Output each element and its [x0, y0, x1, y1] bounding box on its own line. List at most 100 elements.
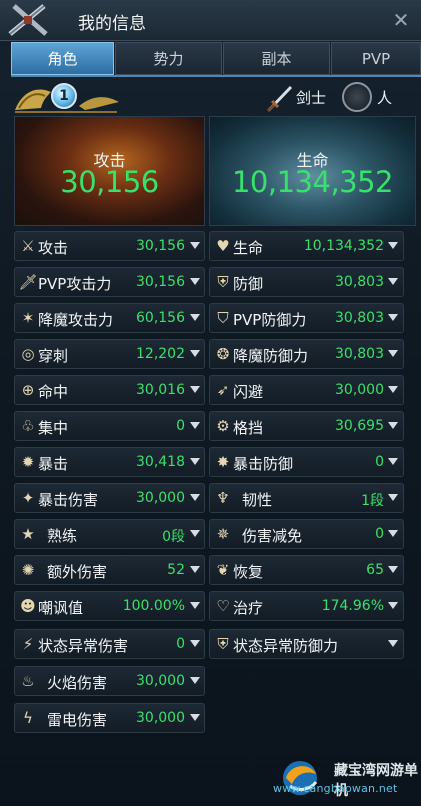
expand-arrow-icon[interactable]	[388, 314, 398, 321]
stat-row-damage-reduction[interactable]: ✵ 伤害减免 0	[209, 519, 404, 549]
stat-row-focus[interactable]: ♧ 集中 0	[14, 411, 205, 441]
stat-row-recovery[interactable]: ❦ 恢复 65	[209, 555, 404, 585]
stat-row-toughness[interactable]: ♆ 韧性 1段	[209, 483, 404, 513]
tab-dungeon[interactable]: 副本	[223, 42, 330, 75]
stat-label: 伤害减免	[242, 527, 303, 545]
tab-pvp[interactable]: PVP	[331, 42, 421, 75]
expand-arrow-icon[interactable]	[190, 422, 200, 429]
stat-row-attack[interactable]: ⚔ 攻击 30,156	[14, 231, 205, 261]
expand-arrow-icon[interactable]	[190, 350, 200, 357]
character-header: 1 剑士 人	[11, 78, 421, 116]
expand-arrow-icon[interactable]	[388, 350, 398, 357]
expand-arrow-icon[interactable]	[190, 566, 200, 573]
stat-row-critical-defense[interactable]: ✸ 暴击防御 0	[209, 447, 404, 477]
stat-label: 暴击	[38, 455, 69, 473]
expand-arrow-icon[interactable]	[190, 530, 200, 537]
stat-label: 降魔攻击力	[38, 311, 114, 329]
window-title: 我的信息	[78, 14, 146, 34]
expand-arrow-icon[interactable]	[388, 386, 398, 393]
stat-value: 30,000	[335, 382, 384, 398]
block-icon: ⚙	[216, 417, 230, 435]
expand-arrow-icon[interactable]	[190, 458, 200, 465]
stat-value: 12,202	[136, 346, 185, 362]
expand-arrow-icon[interactable]	[190, 242, 200, 249]
stat-row-pvp-defense[interactable]: ⛉ PVP防御力 30,803	[209, 303, 404, 333]
stat-label: 降魔防御力	[233, 347, 309, 365]
expand-arrow-icon[interactable]	[388, 242, 398, 249]
expand-arrow-icon[interactable]	[190, 386, 200, 393]
stat-row-lightning-damage[interactable]: ϟ 雷电伤害 30,000	[14, 703, 205, 733]
expand-arrow-icon[interactable]	[388, 566, 398, 573]
expand-arrow-icon[interactable]	[190, 494, 200, 501]
sword-class-icon	[266, 85, 293, 112]
stat-value: 65	[366, 562, 384, 578]
expand-arrow-icon[interactable]	[190, 677, 200, 684]
expand-arrow-icon[interactable]	[190, 278, 200, 285]
stat-row-fire-damage[interactable]: ♨ 火焰伤害 30,000	[14, 666, 205, 696]
stat-row-life[interactable]: ♥ 生命 10,134,352	[209, 231, 404, 261]
stat-row-critical[interactable]: ✹ 暴击 30,418	[14, 447, 205, 477]
stat-row-demon-attack[interactable]: ✶ 降魔攻击力 60,156	[14, 303, 205, 333]
expand-arrow-icon[interactable]	[190, 714, 200, 721]
stat-label: 暴击防御	[233, 455, 294, 473]
expand-arrow-icon[interactable]	[388, 422, 398, 429]
stat-value: 100.00%	[122, 598, 185, 614]
stat-label: 熟练	[47, 527, 78, 545]
stat-row-defense[interactable]: ⛨ 防御 30,803	[209, 267, 404, 297]
stat-row-critical-damage[interactable]: ✦ 暴击伤害 30,000	[14, 483, 205, 513]
stat-row-extra-damage[interactable]: ✺ 额外伤害 52	[14, 555, 205, 585]
pierce-icon: ◎	[21, 345, 35, 363]
tab-faction[interactable]: 势力	[115, 42, 222, 75]
stat-row-status-damage[interactable]: ⚡ 状态异常伤害 0	[14, 629, 205, 659]
expand-arrow-icon[interactable]	[388, 458, 398, 465]
level-badge: 1	[51, 83, 77, 109]
heart-icon: ♥	[216, 237, 230, 255]
damage-reduction-icon: ✵	[216, 525, 230, 543]
expand-arrow-icon[interactable]	[190, 640, 200, 647]
expand-arrow-icon[interactable]	[388, 278, 398, 285]
stat-value: 0	[375, 454, 384, 470]
stat-row-mastery[interactable]: ★ 熟练 0段	[14, 519, 205, 549]
stat-row-block[interactable]: ⚙ 格挡 30,695	[209, 411, 404, 441]
crossed-swords-icon	[8, 4, 48, 36]
expand-arrow-icon[interactable]	[190, 314, 200, 321]
expand-arrow-icon[interactable]	[388, 640, 398, 647]
evade-icon: ➶	[216, 381, 230, 399]
critical-damage-icon: ✦	[21, 489, 35, 507]
title-bar[interactable]: 我的信息 ✕	[0, 0, 421, 41]
expand-arrow-icon[interactable]	[388, 494, 398, 501]
watermark-url: www.cangbaowan.net	[273, 782, 398, 795]
stat-row-heal[interactable]: ♡ 治疗 174.96%	[209, 591, 404, 621]
stat-label: 格挡	[233, 419, 264, 437]
stat-row-accuracy[interactable]: ⊕ 命中 30,016	[14, 375, 205, 405]
stat-value: 30,156	[136, 274, 185, 290]
shield-icon: ⛨	[217, 273, 229, 291]
stat-value: 10,134,352	[303, 238, 384, 254]
status-damage-icon: ⚡	[22, 635, 34, 653]
tab-character[interactable]: 角色	[11, 42, 114, 75]
attack-summary-card: 攻击 30,156	[14, 116, 205, 226]
stat-label: 生命	[233, 239, 264, 257]
expand-arrow-icon[interactable]	[388, 602, 398, 609]
stat-value: 30,156	[136, 238, 185, 254]
stat-row-taunt[interactable]: ☻ 嘲讽值 100.00%	[14, 591, 205, 621]
expand-arrow-icon[interactable]	[388, 530, 398, 537]
class-label: 剑士	[296, 89, 327, 107]
stat-value: 30,000	[136, 710, 185, 726]
stat-row-evade[interactable]: ➶ 闪避 30,000	[209, 375, 404, 405]
stat-row-demon-defense[interactable]: ❂ 降魔防御力 30,803	[209, 339, 404, 369]
stat-row-pierce[interactable]: ◎ 穿刺 12,202	[14, 339, 205, 369]
stat-value: 1段	[361, 493, 384, 509]
stat-row-pvp-attack[interactable]: 🗡 PVP攻击力 30,156	[14, 267, 205, 297]
demon-attack-icon: ✶	[21, 309, 35, 327]
stat-value: 30,803	[335, 274, 384, 290]
stat-value: 0段	[162, 529, 185, 545]
stat-row-status-defense[interactable]: ⛨ 状态异常防御力	[209, 629, 404, 659]
stat-label: 状态异常伤害	[38, 637, 129, 655]
stat-value: 0	[176, 418, 185, 434]
stat-label: 状态异常防御力	[233, 637, 339, 655]
stat-label: 闪避	[233, 383, 264, 401]
stat-label: 治疗	[233, 599, 264, 617]
expand-arrow-icon[interactable]	[190, 602, 200, 609]
close-icon[interactable]: ✕	[391, 10, 411, 30]
